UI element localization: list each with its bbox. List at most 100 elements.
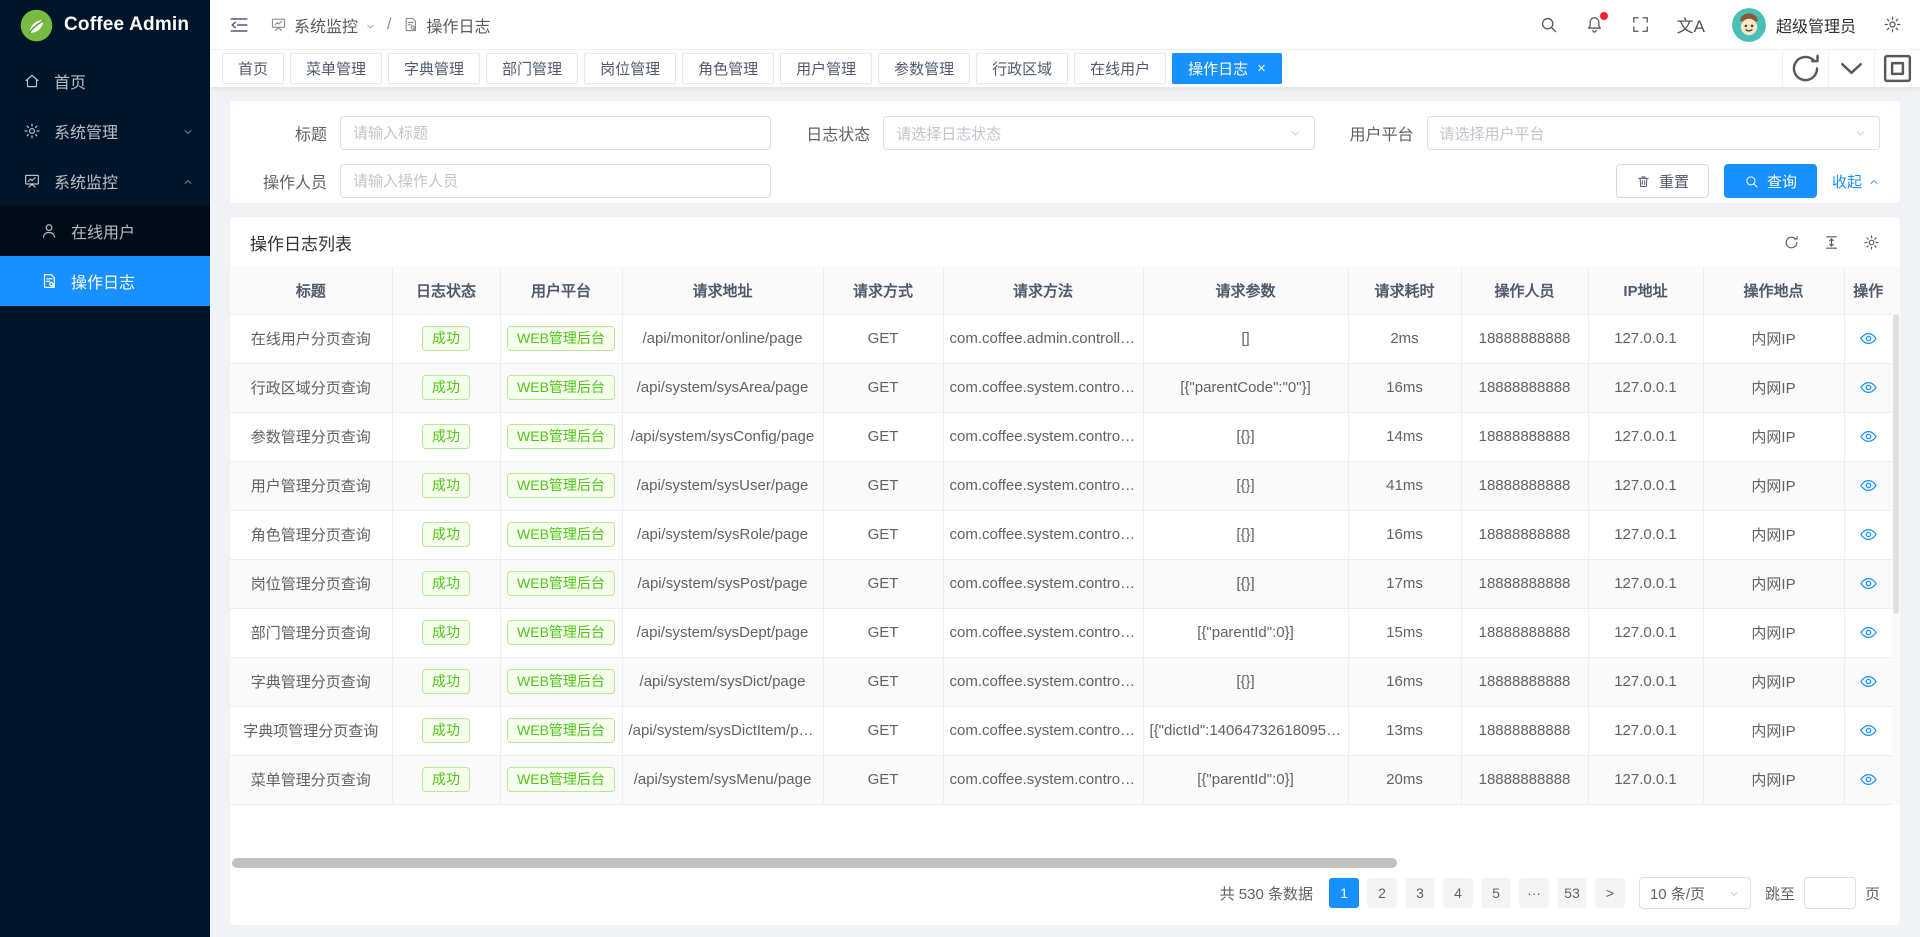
tab-label: 部门管理 [502,58,562,79]
settings-gear-icon[interactable] [1883,15,1902,34]
tab-10[interactable]: 在线用户 [1074,53,1166,84]
notification-bell[interactable] [1585,15,1604,34]
tab-9[interactable]: 行政区域 [976,53,1068,84]
page-button-3[interactable]: 3 [1405,878,1435,908]
column-settings-gear-icon[interactable] [1863,234,1880,251]
vertical-scrollbar-thumb[interactable] [1893,314,1899,614]
view-detail-button[interactable] [1859,427,1878,446]
sidebar-item-2[interactable]: 系统管理 [0,106,210,156]
cell-ip: 127.0.0.1 [1588,510,1703,559]
tab-8[interactable]: 参数管理 [878,53,970,84]
search-button[interactable]: 查询 [1724,164,1817,198]
cell-time: 16ms [1348,363,1461,412]
sidebar-fold-icon[interactable] [228,14,250,36]
sidebar-item-3[interactable]: 系统监控 [0,156,210,206]
close-icon[interactable]: × [1257,61,1266,76]
tab-1[interactable]: 首页 [222,53,284,84]
sidebar-subitem-1[interactable]: 在线用户 [0,206,210,256]
refresh-tab-icon[interactable] [1782,50,1828,87]
cell-location: 内网IP [1703,363,1844,412]
view-detail-button[interactable] [1859,770,1878,789]
title-input[interactable] [340,116,771,150]
platform-badge: WEB管理后台 [507,571,615,596]
view-detail-button[interactable] [1859,623,1878,642]
cell-platform: WEB管理后台 [500,363,622,412]
tab-5[interactable]: 岗位管理 [584,53,676,84]
platform-badge: WEB管理后台 [507,718,615,743]
view-detail-button[interactable] [1859,476,1878,495]
app-logo[interactable]: Coffee Admin [0,0,210,50]
fullscreen-icon[interactable] [1631,15,1650,34]
operator-input[interactable] [340,164,771,198]
page-button-53[interactable]: 53 [1557,878,1587,908]
tab-label: 行政区域 [992,58,1052,79]
cell-title: 参数管理分页查询 [230,412,392,461]
sidebar-item-1[interactable]: 首页 [0,56,210,106]
cell-title: 岗位管理分页查询 [230,559,392,608]
search-icon[interactable] [1539,15,1558,34]
tab-11[interactable]: 操作日志× [1172,53,1282,84]
cell-handler: com.coffee.system.controlle... [943,559,1143,608]
chevron-down-icon [1289,127,1302,140]
status-badge: 成功 [422,522,470,547]
platform-badge: WEB管理后台 [507,669,615,694]
next-page-button[interactable]: > [1595,878,1625,908]
maximize-view-icon[interactable] [1874,50,1920,87]
cell-platform: WEB管理后台 [500,510,622,559]
tab-6[interactable]: 角色管理 [682,53,774,84]
view-detail-button[interactable] [1859,574,1878,593]
translate-icon[interactable]: 文A [1677,12,1705,37]
table-row-6: 岗位管理分页查询成功WEB管理后台/api/system/sysPost/pag… [230,559,1892,608]
row-density-icon[interactable] [1823,234,1840,251]
cell-url: /api/system/sysArea/page [622,363,823,412]
tab-2[interactable]: 菜单管理 [290,53,382,84]
jump-page-input[interactable] [1804,877,1856,909]
status-select[interactable]: 请选择日志状态 [883,116,1314,150]
column-header-11: 操作地点 [1703,267,1844,314]
content-area: 标题 日志状态 请选择日志状态 用户平台 请选择用户平台 [210,87,1920,937]
username: 超级管理员 [1776,13,1856,37]
breadcrumb-separator: / [387,16,391,34]
tab-options-chevron-icon[interactable] [1828,50,1874,87]
page-button-4[interactable]: 4 [1443,878,1473,908]
cell-location: 内网IP [1703,461,1844,510]
sidebar-subitem-label: 在线用户 [71,219,135,243]
cell-params: [] [1143,314,1348,363]
column-header-3: 用户平台 [500,267,622,314]
sidebar-subitem-label: 操作日志 [71,269,135,293]
sidebar-subitem-2[interactable]: 操作日志 [0,256,210,306]
cell-status: 成功 [392,657,500,706]
cell-location: 内网IP [1703,412,1844,461]
search-icon [1744,174,1759,189]
breadcrumb-item-1[interactable]: 系统监控 [270,13,376,37]
view-detail-button[interactable] [1859,721,1878,740]
page-button-5[interactable]: 5 [1481,878,1511,908]
log-icon [402,16,419,33]
view-detail-button[interactable] [1859,525,1878,544]
page-size-select[interactable]: 10 条/页 [1639,877,1751,909]
page-button-1[interactable]: 1 [1329,878,1359,908]
tab-7[interactable]: 用户管理 [780,53,872,84]
page-size-value: 10 条/页 [1650,883,1705,904]
platform-select[interactable]: 请选择用户平台 [1427,116,1880,150]
cell-time: 2ms [1348,314,1461,363]
cell-url: /api/system/sysUser/page [622,461,823,510]
view-detail-button[interactable] [1859,378,1878,397]
cell-location: 内网IP [1703,559,1844,608]
tab-4[interactable]: 部门管理 [486,53,578,84]
pagination-ellipsis[interactable]: ··· [1519,878,1549,908]
table-row-1: 在线用户分页查询成功WEB管理后台/api/monitor/online/pag… [230,314,1892,363]
eye-icon [1859,770,1878,789]
refresh-table-icon[interactable] [1783,234,1800,251]
status-select-placeholder: 请选择日志状态 [896,123,1001,144]
view-detail-button[interactable] [1859,329,1878,348]
user-menu[interactable]: 超级管理员 [1732,8,1856,42]
collapse-link[interactable]: 收起 [1832,171,1880,192]
horizontal-scrollbar-thumb[interactable] [232,858,1397,868]
reset-button[interactable]: 重置 [1616,164,1709,198]
view-detail-button[interactable] [1859,672,1878,691]
page-button-2[interactable]: 2 [1367,878,1397,908]
tab-3[interactable]: 字典管理 [388,53,480,84]
breadcrumb-item-2[interactable]: 操作日志 [402,13,490,37]
table-wrap: 标题日志状态用户平台请求地址请求方式请求方法请求参数请求耗时操作人员IP地址操作… [230,267,1900,805]
